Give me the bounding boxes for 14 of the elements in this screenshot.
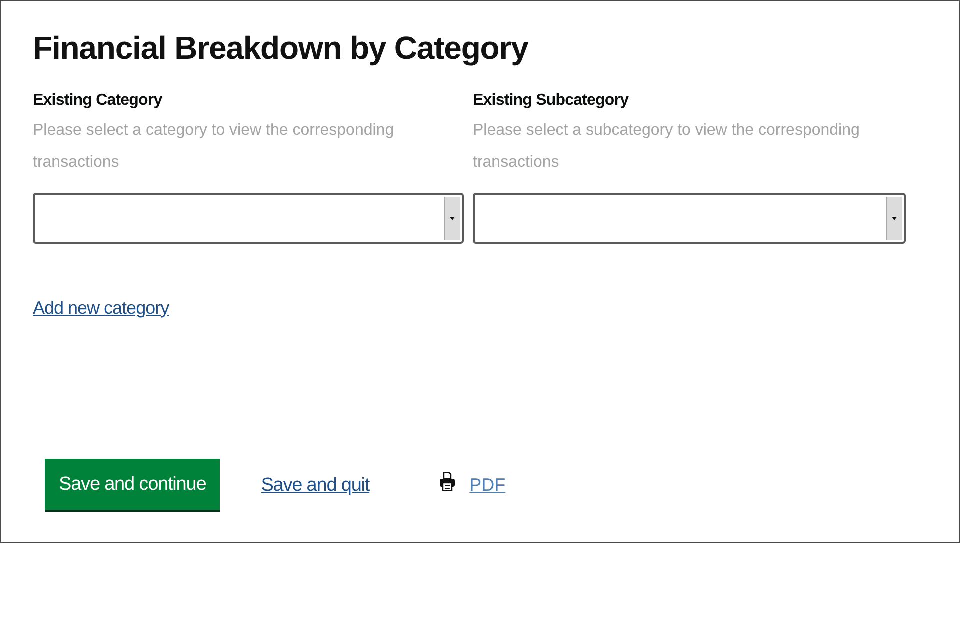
dropdown-arrow-icon	[444, 197, 460, 240]
save-and-continue-button[interactable]: Save and continue	[45, 459, 220, 510]
dropdown-select[interactable]	[473, 193, 906, 244]
add-new-category-link[interactable]: Add new category	[33, 298, 170, 319]
dropdown-arrow-icon	[886, 197, 902, 240]
dropdown-select[interactable]	[33, 193, 464, 244]
field-hint: Please select a subcategory to view the corresponding transactions	[473, 121, 861, 173]
printer-icon	[440, 472, 455, 491]
field-label: Existing Category	[33, 91, 164, 111]
pdf-link[interactable]: PDF	[470, 475, 506, 496]
field-label: Existing Subcategory	[473, 91, 630, 111]
page-title: Financial Breakdown by Category	[33, 29, 530, 68]
field-hint: Please select a category to view the corresponding transactions	[33, 121, 396, 173]
save-and-quit-link[interactable]: Save and quit	[261, 474, 370, 496]
